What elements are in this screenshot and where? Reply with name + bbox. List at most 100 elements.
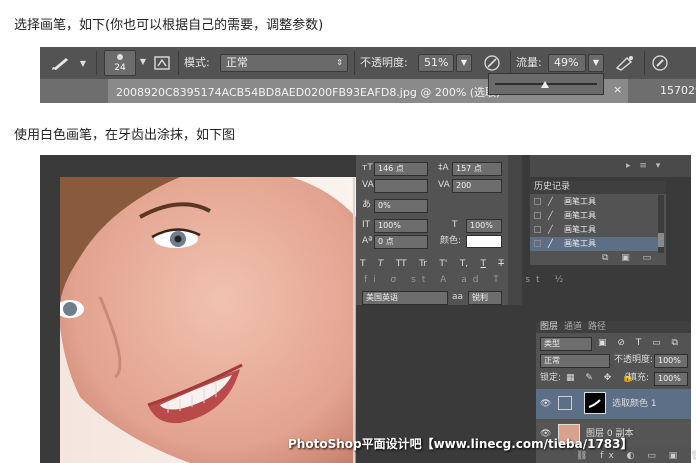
canvas-photo[interactable] <box>60 177 356 463</box>
history-item-label: 画笔工具 <box>564 225 596 234</box>
history-checkbox[interactable] <box>534 198 541 205</box>
history-title[interactable]: 历史记录 <box>534 181 570 194</box>
vertical-scale-input[interactable]: 100% <box>374 219 428 233</box>
all-caps-button[interactable]: TT <box>396 257 407 271</box>
visibility-eye-icon[interactable]: 👁 <box>540 397 551 411</box>
watermark-text: PhotoShop平面设计吧【www.linecg.com/tieba/1783… <box>288 437 633 451</box>
brush-size-picker[interactable]: 24 <box>104 50 136 76</box>
flow-label: 流量: <box>516 56 542 69</box>
separator <box>510 51 511 75</box>
layer-kind-filter[interactable]: 类型 <box>540 337 592 351</box>
tab-paths[interactable]: 路径 <box>588 321 606 333</box>
flow-slider-thumb[interactable] <box>540 81 549 88</box>
history-scroll-thumb[interactable] <box>658 233 664 247</box>
history-checkbox[interactable] <box>534 240 541 247</box>
fill-input[interactable]: 100% <box>654 372 688 386</box>
history-panel: 历史记录 ╱ 画笔工具 ╱ 画笔工具 ╱ 画笔工具 ╱ 画笔工具 ⧉ ▣ ▭ <box>530 181 666 265</box>
opacity-dropdown-icon[interactable]: ▼ <box>456 54 472 72</box>
pressure-size-icon[interactable] <box>650 53 670 73</box>
panel-dock-top: ▸ ≡ ▾ <box>530 155 691 177</box>
pressure-opacity-icon[interactable] <box>482 53 502 73</box>
tsume-input[interactable]: 0% <box>374 199 428 213</box>
history-item-selected[interactable]: ╱ 画笔工具 <box>530 237 660 251</box>
brush-tool-icon: ╱ <box>548 239 553 248</box>
leading-icon: ‡A <box>438 163 449 173</box>
opacity-input[interactable]: 51% <box>418 54 454 72</box>
select-arrows-icon: ⇕ <box>336 58 343 67</box>
language-select[interactable]: 美国英语 <box>362 291 448 305</box>
brush-size-value: 24 <box>114 63 126 73</box>
vertical-scale-icon: IT <box>362 220 371 230</box>
opacity-label: 不透明度: <box>360 56 408 69</box>
baseline-pct-icon: あ <box>362 200 372 210</box>
text-color-swatch[interactable] <box>466 235 502 248</box>
layer-name[interactable]: 选取颜色 1 <box>612 397 657 411</box>
history-checkbox[interactable] <box>534 226 541 233</box>
faux-italic-button[interactable]: T <box>378 257 384 271</box>
mode-select[interactable]: 正常 ⇕ <box>220 54 348 72</box>
close-tab-icon[interactable]: × <box>613 83 622 96</box>
filter-icons[interactable]: ▣ ⊘ T ▭ ⧉ <box>598 336 682 350</box>
font-size-input[interactable]: 146 点 <box>374 162 428 176</box>
mode-value: 正常 <box>226 56 248 69</box>
caption-1: 选择画笔，如下(你也可以根据自己的需要，调整参数) <box>14 18 324 33</box>
kerning-icon: VA <box>362 180 374 190</box>
kerning-input[interactable] <box>374 179 428 193</box>
layer-mask-thumbnail[interactable] <box>584 392 606 414</box>
layer-opacity-input[interactable]: 100% <box>654 354 688 368</box>
separator <box>178 51 179 75</box>
flow-dropdown-icon[interactable]: ▼ <box>588 54 604 72</box>
baseline-shift-input[interactable]: 0 点 <box>374 235 428 249</box>
history-item-label: 画笔工具 <box>564 211 596 220</box>
tab-channels[interactable]: 通道 <box>564 321 582 333</box>
mode-label: 模式: <box>184 56 210 69</box>
canvas-edge <box>353 177 355 463</box>
superscript-button[interactable]: T' <box>439 257 447 271</box>
blend-mode-select[interactable]: 正常 <box>540 354 610 368</box>
document-tab-2-title[interactable]: 15702985 <box>660 84 696 97</box>
leading-input[interactable]: 157 点 <box>452 162 502 176</box>
tracking-input[interactable]: 200 <box>452 179 502 193</box>
faux-bold-button[interactable]: T <box>360 257 366 271</box>
separator <box>644 51 645 75</box>
brush-tool-icon[interactable] <box>46 53 76 73</box>
horizontal-scale-icon: T <box>452 220 458 230</box>
brush-tip-icon <box>117 54 123 60</box>
lock-icons[interactable]: ▦ ✎ ✥ 🔒 <box>566 371 637 385</box>
history-item-label: 画笔工具 <box>564 239 596 248</box>
antialias-select[interactable]: 锐利 <box>468 291 502 305</box>
history-checkbox[interactable] <box>534 212 541 219</box>
adjustment-layer-icon <box>558 396 572 410</box>
style-buttons: T T TT Tr T' T, T T <box>360 257 504 271</box>
small-caps-button[interactable]: Tr <box>419 257 427 271</box>
airbrush-icon[interactable] <box>614 53 636 73</box>
underline-button[interactable]: T <box>481 257 487 271</box>
antialias-label: aa <box>452 292 464 302</box>
history-item[interactable]: ╱ 画笔工具 <box>530 223 660 237</box>
tracking-icon: VA <box>438 180 450 190</box>
portrait-image <box>60 177 356 463</box>
brush-tool-icon: ╱ <box>548 197 553 206</box>
font-size-icon: тT <box>362 163 373 173</box>
brush-tool-icon: ╱ <box>548 211 553 220</box>
history-scrollbar[interactable] <box>658 195 664 253</box>
fill-label: 填充: <box>628 373 650 383</box>
tab-layers[interactable]: 图层 <box>540 321 558 333</box>
layer-opacity-label: 不透明度: <box>614 355 654 365</box>
tool-preset-arrow-icon[interactable]: ▼ <box>78 57 88 69</box>
brush-panel-toggle-icon[interactable] <box>152 53 172 73</box>
flow-slider-popup <box>488 73 604 95</box>
document-tab-title: 2008920C8395174ACB54BD8AED0200FB93EAFD8.… <box>116 86 501 99</box>
history-footer-icons[interactable]: ⧉ ▣ ▭ <box>602 251 656 265</box>
history-item[interactable]: ╱ 画笔工具 <box>530 209 660 223</box>
layer-row-selective-color[interactable]: 👁 选取颜色 1 <box>536 389 691 419</box>
history-header: 历史记录 <box>530 181 666 194</box>
brush-picker-arrow-icon[interactable]: ▼ <box>138 57 148 66</box>
subscript-button[interactable]: T, <box>460 257 468 271</box>
horizontal-scale-input[interactable]: 100% <box>466 219 502 233</box>
caption-2: 使用白色画笔，在牙齿出涂抹，如下图 <box>14 128 236 143</box>
opentype-buttons-icon: fi σ st A ad T 1st ½ <box>364 275 570 285</box>
strikethrough-button[interactable]: T <box>498 257 504 271</box>
history-item[interactable]: ╱ 画笔工具 <box>530 195 660 209</box>
flow-input[interactable]: 49% <box>548 54 586 72</box>
